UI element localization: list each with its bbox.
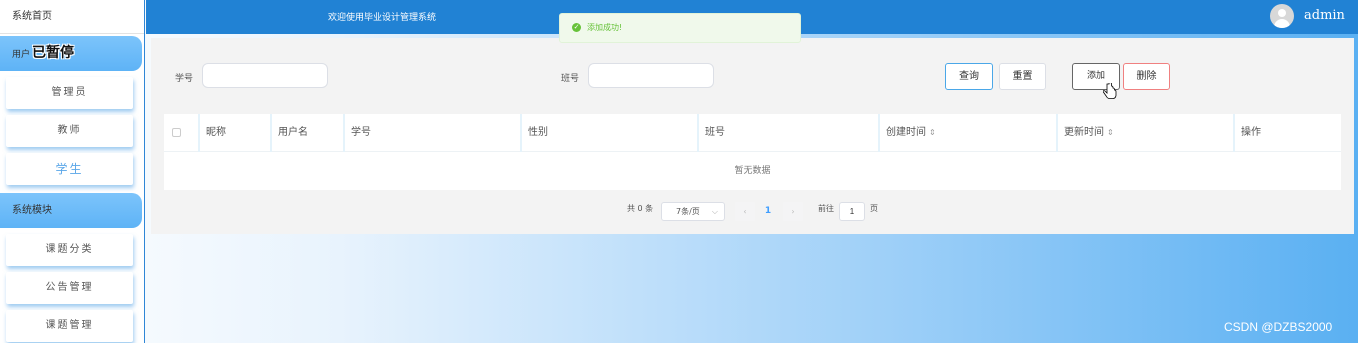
col-updated-time-label: 更新时间 bbox=[1064, 127, 1104, 138]
sort-icon[interactable]: ⇕ bbox=[929, 128, 936, 137]
sidebar-item-home[interactable]: 系统首页 bbox=[0, 0, 144, 34]
main-panel: 学号 班号 查询 重置 添加 删除 昵称 用户名 学号 性别 班号 创建时间 ⇕ … bbox=[151, 38, 1354, 234]
sidebar-item-student[interactable]: 学生 bbox=[6, 153, 133, 185]
goto-label: 前往 bbox=[818, 204, 834, 213]
page-size-select[interactable]: 7条/页 ⌵ bbox=[661, 202, 725, 221]
page-size-value: 7条/页 bbox=[676, 207, 700, 216]
hand-cursor-icon bbox=[1103, 83, 1117, 99]
toast-message: 添加成功! bbox=[587, 23, 623, 32]
success-toast: ✓ 添加成功! bbox=[559, 13, 801, 43]
class-no-label: 班号 bbox=[561, 74, 580, 84]
sidebar: 系统首页 用户 已暂停 管理员 教师 学生 系统模块 课题分类 公告管理 课题管理 bbox=[0, 0, 145, 343]
goto-page-input[interactable] bbox=[839, 202, 865, 221]
pagination-total: 共 0 条 bbox=[627, 204, 654, 213]
data-table: 昵称 用户名 学号 性别 班号 创建时间 ⇕ 更新时间 ⇕ 操作 暂无数据 bbox=[164, 114, 1341, 190]
col-username: 用户名 bbox=[272, 114, 345, 152]
sidebar-group-user[interactable]: 用户 已暂停 bbox=[0, 36, 142, 71]
reset-button[interactable]: 重置 bbox=[999, 63, 1046, 90]
avatar-icon[interactable] bbox=[1270, 4, 1294, 28]
sort-icon[interactable]: ⇕ bbox=[1107, 128, 1114, 137]
chevron-down-icon: ⌵ bbox=[711, 207, 718, 216]
col-student-no: 学号 bbox=[345, 114, 522, 152]
sidebar-item-admin[interactable]: 管理员 bbox=[6, 77, 133, 109]
sidebar-group-user-label: 用户 bbox=[12, 50, 31, 60]
student-no-label: 学号 bbox=[175, 74, 194, 84]
prev-page-button[interactable]: ‹ bbox=[735, 202, 755, 221]
query-button[interactable]: 查询 bbox=[945, 63, 993, 90]
col-created-time[interactable]: 创建时间 ⇕ bbox=[880, 114, 1058, 152]
empty-text: 暂无数据 bbox=[734, 166, 771, 176]
page-number-current[interactable]: 1 bbox=[758, 202, 778, 221]
table-header: 昵称 用户名 学号 性别 班号 创建时间 ⇕ 更新时间 ⇕ 操作 bbox=[164, 114, 1341, 152]
sidebar-item-topic-category[interactable]: 课题分类 bbox=[6, 234, 133, 266]
sidebar-item-topic-management[interactable]: 课题管理 bbox=[6, 310, 133, 342]
select-all-cell bbox=[164, 114, 200, 152]
col-class-no: 班号 bbox=[699, 114, 880, 152]
student-no-input[interactable] bbox=[202, 63, 328, 88]
check-circle-icon: ✓ bbox=[572, 23, 581, 32]
welcome-text: 欢迎使用毕业设计管理系统 bbox=[328, 13, 437, 23]
sidebar-item-teacher[interactable]: 教师 bbox=[6, 115, 133, 147]
sidebar-item-notice-management[interactable]: 公告管理 bbox=[6, 272, 133, 304]
username[interactable]: admin bbox=[1304, 8, 1345, 23]
col-actions: 操作 bbox=[1241, 127, 1261, 138]
col-updated-time[interactable]: 更新时间 ⇕ bbox=[1058, 114, 1235, 152]
delete-button[interactable]: 删除 bbox=[1123, 63, 1170, 90]
class-no-input[interactable] bbox=[588, 63, 714, 88]
watermark: CSDN @DZBS2000 bbox=[1224, 320, 1333, 334]
page-suffix: 页 bbox=[870, 204, 878, 213]
sidebar-group-system-label: 系统模块 bbox=[12, 205, 52, 216]
sidebar-group-system[interactable]: 系统模块 bbox=[0, 193, 142, 228]
paused-overlay-text: 已暂停 bbox=[32, 45, 75, 61]
select-all-checkbox[interactable] bbox=[172, 128, 181, 137]
next-page-button[interactable]: › bbox=[783, 202, 803, 221]
col-created-time-label: 创建时间 bbox=[886, 127, 926, 138]
col-nickname: 昵称 bbox=[200, 114, 272, 152]
col-gender: 性别 bbox=[522, 114, 699, 152]
